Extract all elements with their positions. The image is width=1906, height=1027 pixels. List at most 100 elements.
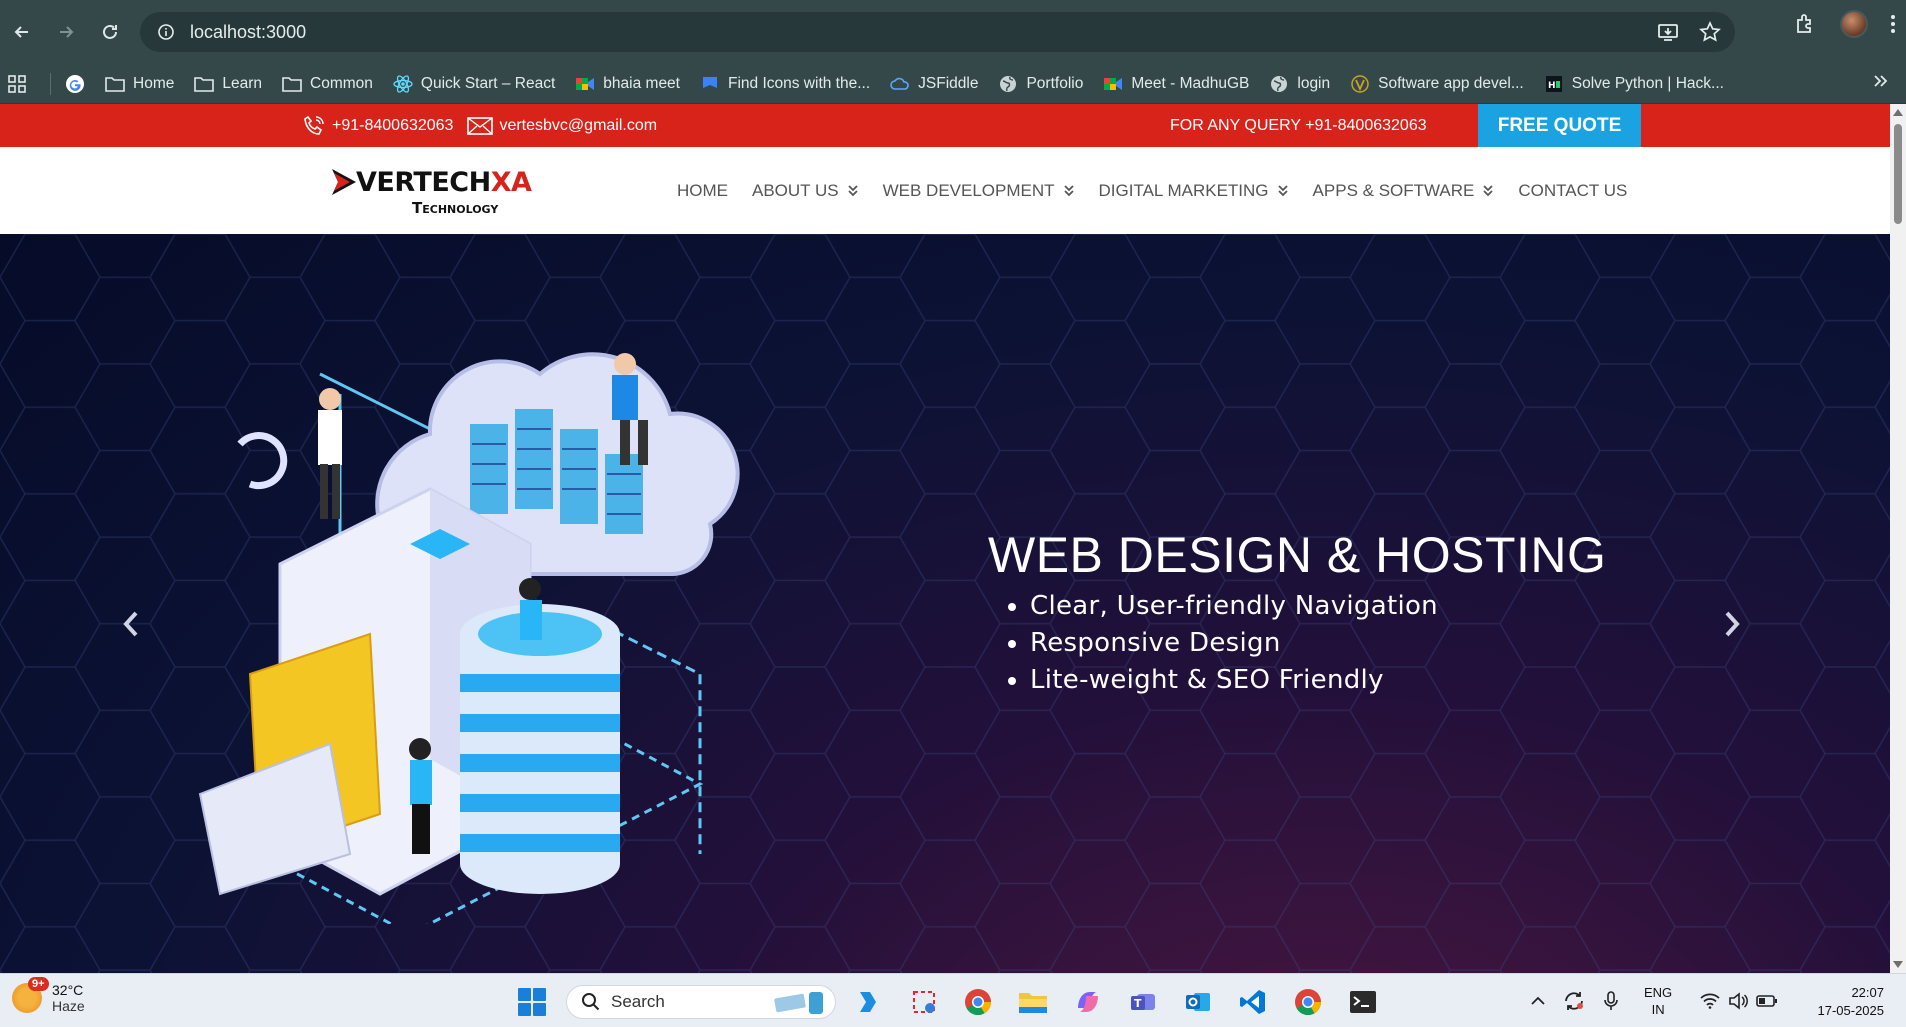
- meet-icon: [1103, 74, 1123, 94]
- apps-grid-icon: [8, 74, 26, 93]
- svg-text:T: T: [1134, 997, 1142, 1010]
- taskbar-outlook-app[interactable]: [1182, 986, 1214, 1018]
- contact-info: +91-8400632063 vertesbvc@gmail.com: [302, 104, 657, 147]
- page-scrollbar[interactable]: [1890, 104, 1906, 973]
- scrollbar-thumb[interactable]: [1894, 124, 1902, 224]
- double-chevron-down-icon: [847, 184, 859, 198]
- bookmark-label: Software app devel...: [1378, 74, 1524, 92]
- taskbar-copilot-app[interactable]: [852, 986, 884, 1018]
- apps-button[interactable]: [8, 74, 26, 93]
- clock-date: 17-05-2025: [1817, 1003, 1885, 1018]
- scroll-down-arrow[interactable]: [1893, 961, 1903, 968]
- bookmark-meet-madhugb[interactable]: Meet - MadhuGB: [1103, 74, 1249, 94]
- microphone-icon[interactable]: [1602, 990, 1620, 1012]
- taskbar-snipping-app[interactable]: [908, 986, 940, 1018]
- address-bar[interactable]: localhost:3000: [140, 12, 1735, 52]
- main-menu: HOME ABOUT US WEB DEVELOPMENT DIGITAL MA…: [677, 147, 1651, 234]
- double-chevron-down-icon: [1482, 184, 1494, 198]
- carousel-next-button[interactable]: [1717, 604, 1747, 644]
- bookmark-label: Solve Python | Hack...: [1571, 74, 1724, 92]
- os-taskbar: 9+ 32°C Haze Search T ENG IN 22:07 17-05…: [0, 973, 1906, 1027]
- site-logo[interactable]: VERTECHXA Technology: [330, 165, 532, 220]
- menu-item-about-us[interactable]: ABOUT US: [752, 181, 859, 201]
- phone-icon: [304, 115, 324, 135]
- phone-number[interactable]: +91-8400632063: [332, 117, 453, 135]
- taskbar-search[interactable]: Search: [566, 985, 836, 1019]
- clock[interactable]: 22:07 17-05-2025: [1818, 984, 1885, 1020]
- search-placeholder: Search: [611, 992, 665, 1011]
- bookmark-label: Quick Start – React: [420, 74, 556, 92]
- menu-item-digital-marketing[interactable]: DIGITAL MARKETING: [1099, 181, 1289, 201]
- bookmark-portfolio[interactable]: Portfolio: [998, 74, 1083, 94]
- hero-bullet: Responsive Design: [1008, 625, 1438, 662]
- hero-bullet: Lite-weight & SEO Friendly: [1008, 662, 1438, 699]
- hackerrank-icon: H: [1544, 74, 1564, 94]
- wifi-icon: [1700, 993, 1720, 1009]
- bookmark-common[interactable]: Common: [282, 74, 373, 94]
- double-chevron-right-icon: [1874, 75, 1888, 87]
- extensions-icon[interactable]: [1794, 12, 1818, 36]
- bookmark-home[interactable]: Home: [105, 74, 174, 94]
- bookmark-label: Find Icons with the...: [728, 74, 871, 92]
- travel-icon: [774, 992, 823, 1014]
- taskbar-chrome-app-2[interactable]: [1292, 986, 1324, 1018]
- hero-title: WEB DESIGN & HOSTING: [988, 527, 1607, 583]
- back-button[interactable]: [0, 10, 44, 54]
- taskbar-terminal-app[interactable]: [1347, 986, 1379, 1018]
- sync-icon[interactable]: [1562, 989, 1586, 1013]
- quick-settings[interactable]: [1700, 992, 1778, 1010]
- free-quote-button[interactable]: FREE QUOTE: [1478, 104, 1641, 147]
- browser-toolbar: localhost:3000: [0, 0, 1906, 64]
- reload-button[interactable]: [88, 10, 132, 54]
- weather-badge: 9+: [28, 977, 49, 991]
- forward-button[interactable]: [44, 10, 88, 54]
- hero-bullet-list: Clear, User-friendly Navigation Responsi…: [1008, 588, 1438, 699]
- more-menu-icon[interactable]: [1890, 13, 1896, 35]
- bookmark-jsfiddle[interactable]: JSFiddle: [890, 74, 978, 94]
- bookmark-software-app[interactable]: Software app devel...: [1350, 74, 1524, 94]
- bookmark-google[interactable]: [65, 74, 85, 94]
- chevron-up-icon[interactable]: [1530, 995, 1546, 1007]
- logo-arrow-icon: [332, 169, 356, 195]
- site-info-icon[interactable]: [146, 12, 186, 52]
- menu-item-home[interactable]: HOME: [677, 181, 728, 201]
- menu-item-web-development[interactable]: WEB DEVELOPMENT: [883, 181, 1075, 201]
- bookmark-label: Common: [310, 74, 373, 92]
- url-text: localhost:3000: [190, 21, 307, 42]
- menu-item-contact-us[interactable]: CONTACT US: [1518, 181, 1627, 201]
- bookmark-find-icons[interactable]: Find Icons with the...: [700, 74, 870, 94]
- start-button[interactable]: [518, 988, 546, 1016]
- weather-temp: 32°C: [52, 982, 84, 998]
- bookmark-login[interactable]: login: [1269, 74, 1330, 94]
- scroll-up-arrow[interactable]: [1893, 109, 1903, 116]
- query-text: FOR ANY QUERY +91-8400632063: [1170, 116, 1427, 134]
- bookmark-bhaia-meet[interactable]: bhaia meet: [575, 74, 680, 94]
- svg-text:H: H: [1548, 81, 1556, 91]
- react-icon: [393, 74, 413, 94]
- install-app-icon[interactable]: [1657, 21, 1679, 43]
- search-icon: [582, 993, 600, 1011]
- weather-widget[interactable]: 9+ 32°C Haze: [12, 977, 85, 1014]
- bookmark-hackerrank[interactable]: H Solve Python | Hack...: [1544, 74, 1724, 94]
- taskbar-vscode-app[interactable]: [1237, 986, 1269, 1018]
- v-icon: [1350, 74, 1370, 94]
- email-address[interactable]: vertesbvc@gmail.com: [499, 117, 657, 135]
- taskbar-file-explorer-app[interactable]: [1017, 986, 1049, 1018]
- chevron-right-icon: [1725, 611, 1740, 637]
- menu-item-apps-software[interactable]: APPS & SOFTWARE: [1313, 181, 1495, 201]
- bookmark-label: Meet - MadhuGB: [1131, 74, 1250, 92]
- bookmark-star-icon[interactable]: [1699, 21, 1721, 43]
- page-viewport: +91-8400632063 vertesbvc@gmail.com FOR A…: [0, 104, 1890, 973]
- taskbar-chrome-app[interactable]: [962, 986, 994, 1018]
- google-icon: [65, 74, 85, 94]
- more-bookmarks-button[interactable]: [1872, 72, 1888, 95]
- carousel-prev-button[interactable]: [116, 604, 146, 644]
- profile-avatar[interactable]: [1840, 10, 1868, 38]
- bookmark-react[interactable]: Quick Start – React: [393, 74, 555, 94]
- language-indicator[interactable]: ENG IN: [1644, 984, 1672, 1018]
- bookmark-label: bhaia meet: [603, 74, 680, 92]
- bookmark-learn[interactable]: Learn: [194, 74, 262, 94]
- taskbar-teams-app[interactable]: T: [1127, 986, 1159, 1018]
- system-tray: ENG IN: [1530, 974, 1778, 1027]
- taskbar-copilot-color-app[interactable]: [1072, 986, 1104, 1018]
